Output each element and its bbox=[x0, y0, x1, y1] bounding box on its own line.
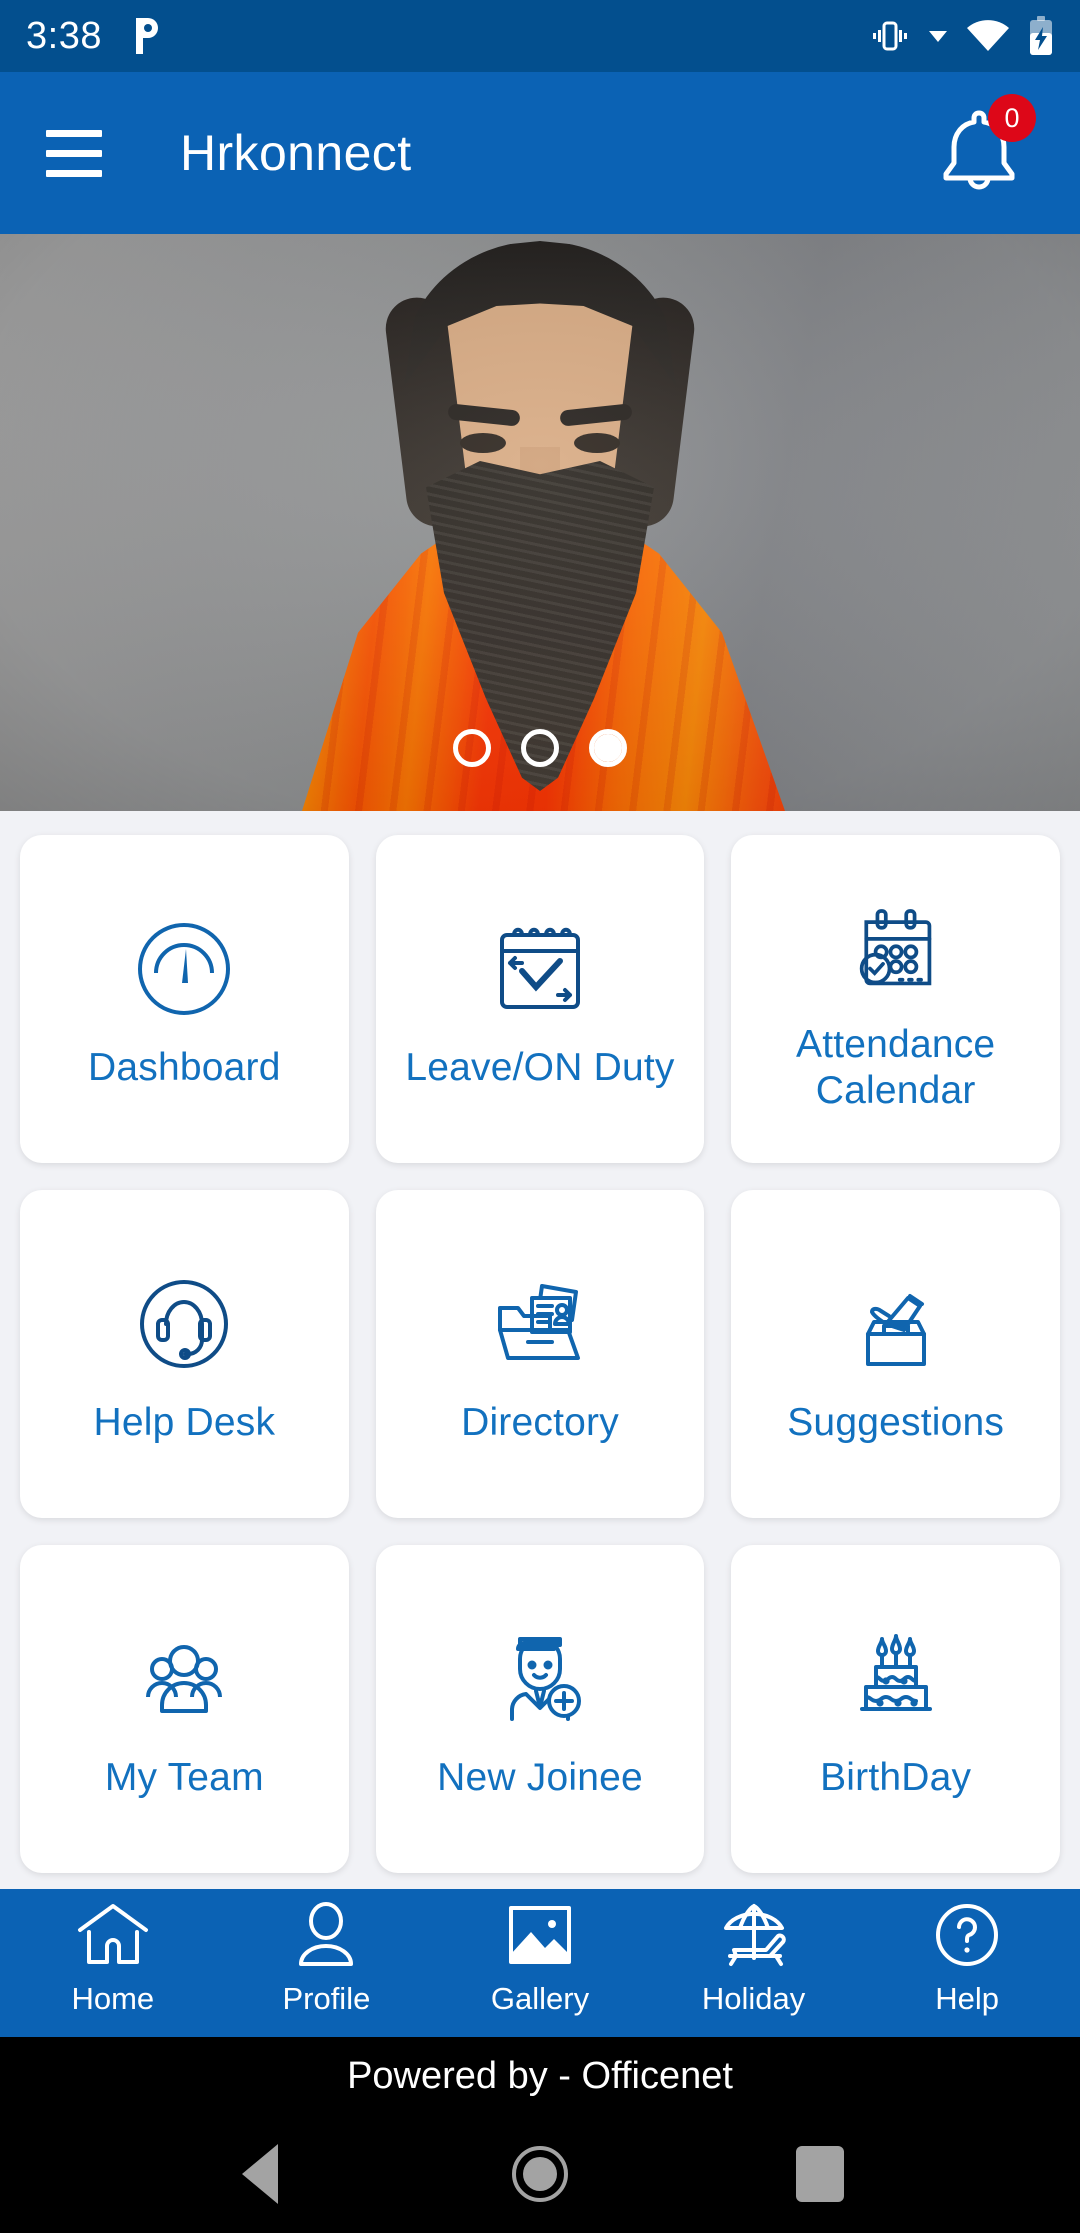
app-bar: Hrkonnect 0 bbox=[0, 72, 1080, 234]
recent-apps-square-icon[interactable] bbox=[785, 2139, 855, 2209]
hamburger-menu-icon[interactable] bbox=[46, 129, 102, 177]
tile-birthday[interactable]: BirthDay bbox=[731, 1545, 1060, 1873]
tile-label: Dashboard bbox=[88, 1045, 281, 1089]
paytm-p-icon bbox=[132, 16, 166, 56]
nav-label: Holiday bbox=[701, 1980, 806, 2016]
calendar-attendance-icon bbox=[844, 884, 948, 1002]
tile-new-joinee[interactable]: New Joinee bbox=[375, 1545, 705, 1873]
tile-leave-on-duty[interactable]: Leave/ON Duty bbox=[375, 835, 705, 1163]
hero-carousel[interactable] bbox=[0, 234, 1080, 811]
nav-label: Home bbox=[71, 1980, 155, 2016]
carousel-dot[interactable] bbox=[453, 729, 491, 767]
hero-vignette bbox=[0, 234, 1080, 811]
home-icon bbox=[76, 1902, 150, 1973]
status-bar-clock: 3:38 bbox=[26, 14, 102, 57]
wifi-icon bbox=[966, 19, 1010, 53]
status-bar-icons bbox=[870, 15, 1054, 57]
birthday-cake-icon bbox=[840, 1617, 952, 1735]
tile-directory[interactable]: Directory bbox=[375, 1190, 705, 1518]
android-navigation-bar bbox=[0, 2115, 1080, 2233]
nav-item-home[interactable]: Home bbox=[6, 1902, 220, 2017]
notification-button[interactable]: 0 bbox=[924, 94, 1036, 208]
nav-item-profile[interactable]: Profile bbox=[220, 1901, 434, 2017]
home-circle-icon[interactable] bbox=[505, 2139, 575, 2209]
carousel-dot-active[interactable] bbox=[589, 729, 627, 767]
person-icon bbox=[294, 1901, 358, 1973]
tile-my-team[interactable]: My Team bbox=[20, 1545, 349, 1873]
tile-label: My Team bbox=[104, 1755, 264, 1799]
tile-suggestions[interactable]: Suggestions bbox=[731, 1190, 1060, 1518]
tile-attendance-calendar[interactable]: Attendance Calendar bbox=[731, 835, 1060, 1163]
footer-bar: Powered by - Officenet bbox=[0, 2037, 1080, 2115]
question-circle-icon bbox=[934, 1902, 1000, 1973]
tile-label: Attendance Calendar bbox=[795, 1022, 996, 1112]
tile-label: Leave/ON Duty bbox=[405, 1045, 675, 1089]
folder-documents-icon bbox=[484, 1262, 596, 1380]
battery-charging-icon bbox=[1028, 15, 1054, 57]
notification-badge: 0 bbox=[988, 94, 1036, 142]
calendar-check-icon bbox=[484, 907, 596, 1025]
headset-support-icon bbox=[128, 1262, 240, 1380]
vibrate-icon bbox=[870, 16, 910, 56]
nav-item-holiday[interactable]: Holiday bbox=[647, 1902, 861, 2017]
tile-dashboard[interactable]: Dashboard bbox=[20, 835, 349, 1163]
back-triangle-icon[interactable] bbox=[225, 2139, 295, 2209]
status-bar: 3:38 bbox=[0, 0, 1080, 72]
menu-grid: Dashboard Leave/ON Duty Attendance Calen… bbox=[20, 835, 1060, 1873]
page-title: Hrkonnect bbox=[180, 125, 412, 181]
nav-label: Help bbox=[935, 1980, 1000, 2016]
tile-label: New Joinee bbox=[437, 1755, 643, 1799]
speedometer-gauge-icon bbox=[128, 907, 240, 1025]
bottom-navigation-bar: Home Profile Gallery Holiday Help bbox=[0, 1889, 1080, 2037]
people-group-icon bbox=[128, 1617, 240, 1735]
nav-item-help[interactable]: Help bbox=[860, 1902, 1074, 2017]
carousel-dots bbox=[453, 729, 627, 767]
nav-item-gallery[interactable]: Gallery bbox=[433, 1902, 647, 2017]
carousel-dot[interactable] bbox=[521, 729, 559, 767]
person-add-icon bbox=[484, 1617, 596, 1735]
ballot-box-hand-icon bbox=[840, 1262, 952, 1380]
menu-grid-section: Dashboard Leave/ON Duty Attendance Calen… bbox=[0, 811, 1080, 1889]
tile-help-desk[interactable]: Help Desk bbox=[20, 1190, 349, 1518]
nav-label: Gallery bbox=[490, 1980, 590, 2016]
phone-screen: 3:38 Hrkonnect 0 Dashboard Leave/ON Duty… bbox=[0, 0, 1080, 2233]
beach-umbrella-icon bbox=[714, 1902, 794, 1973]
dropdown-triangle-icon bbox=[928, 28, 948, 44]
powered-by-text: Powered by - Officenet bbox=[347, 2054, 733, 2097]
tile-label: BirthDay bbox=[820, 1755, 972, 1799]
tile-label: Directory bbox=[461, 1400, 619, 1444]
image-icon bbox=[506, 1902, 574, 1973]
tile-label: Help Desk bbox=[93, 1400, 276, 1444]
tile-label: Suggestions bbox=[787, 1400, 1005, 1444]
nav-label: Profile bbox=[282, 1980, 371, 2016]
